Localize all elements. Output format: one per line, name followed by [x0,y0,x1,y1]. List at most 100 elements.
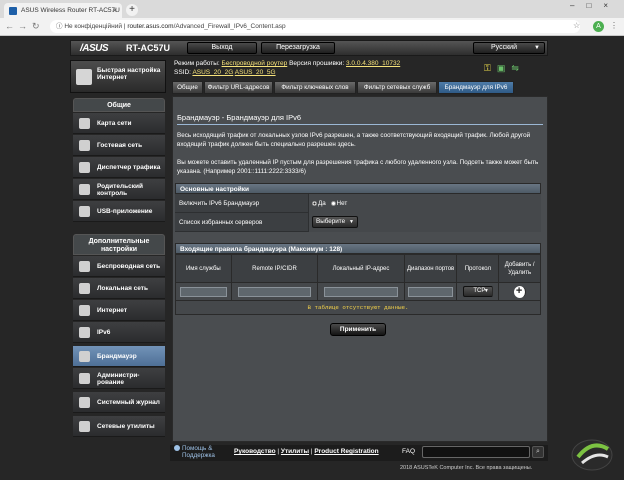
watermark-logo [571,439,613,471]
sidebar-item-system-log[interactable]: Системный журнал [73,392,165,413]
sidebar-item-label: Беспроводная сеть [97,263,161,270]
language-value: Русский [491,44,517,51]
col-add-delete: Добавить / Удалить [504,261,535,276]
faq-search-input[interactable] [422,446,530,458]
search-icon[interactable]: ⌕ [532,446,544,458]
sidebar-item-guest-network[interactable]: Гостевая сеть [73,135,165,156]
tab-network-services-filter[interactable]: Фильтр сетевых служб [357,81,437,94]
key-icon[interactable]: ⚿ [484,63,491,73]
favorite-servers-select[interactable]: Выберите ▼ [312,216,358,228]
forward-icon[interactable]: → [18,21,27,31]
favorite-servers-value: Выберите ▼ [308,213,541,232]
remote-ip-input[interactable] [237,286,312,297]
page-title: Брандмауэр - Брандмауэр для IPv6 [177,113,302,122]
chevron-down-icon: ▼ [349,219,354,225]
network-map-icon [79,118,90,129]
sidebar-item-label: Гостевая сеть [97,142,143,149]
advanced-header: Дополнительные настройки [73,234,165,255]
ssid-5g-link[interactable]: ASUS_20_5G [235,69,276,76]
sidebar-item-usb-app[interactable]: USB-приложение [73,201,165,222]
col-remote-ip: Remote IP/CIDR [232,255,319,282]
tab-url-filter[interactable]: Фильтр URL-адресов [204,81,273,94]
printer-icon[interactable]: ▣ [497,63,506,73]
chevron-down-icon: ▼ [483,288,489,294]
inbound-rules-header: Входящие правила брандмауэра (Максимум :… [175,243,541,254]
browser-tab[interactable]: ASUS Wireless Router RT-AC57U × [4,3,122,18]
sidebar-item-administration[interactable]: Администри-рование [73,368,165,389]
sidebar-item-parental-control[interactable]: Родительский контроль [73,179,165,200]
sidebar-item-wireless[interactable]: Беспроводная сеть [73,256,165,277]
language-select[interactable]: Русский ▼ [473,42,545,54]
asus-favicon-icon [9,7,17,15]
local-ip-input[interactable] [324,286,398,297]
favorite-servers-label: Список избранных серверов [179,219,263,226]
radio-yes-label: Да [318,200,326,207]
sidebar-item-label: USB-приложение [97,208,153,215]
sidebar-item-label: Интернет [97,307,128,314]
help-icon [174,445,180,451]
favorite-servers-row: Список избранных серверов Выберите ▼ [175,213,541,232]
home-icon [79,283,90,294]
mode-value-link[interactable]: Беспроводной роутер [222,60,288,67]
firmware-label: Версия прошивки: [289,60,345,67]
new-rule-row: TCP ▼ + [175,283,541,301]
bookmark-star-icon[interactable]: ☆ [573,21,580,30]
close-tab-icon[interactable]: × [112,3,117,18]
window-controls[interactable]: –□× [570,1,620,10]
protocol-select[interactable]: TCP ▼ [462,286,493,297]
sidebar-item-label: Системный журнал [97,399,160,406]
help-support-label: Помощь & Поддержка [182,445,215,459]
main-content: Режим работы: Беспроводной роутер Версия… [172,58,548,442]
reload-icon[interactable]: ↻ [32,21,40,32]
col-port-range: Диапазон портов [405,255,458,282]
port-range-input[interactable] [408,286,453,297]
browser-menu-icon[interactable]: ⋮ [610,21,618,30]
radio-no[interactable] [330,200,336,206]
globe-icon [79,305,90,316]
tab-general[interactable]: Общие [172,81,203,94]
traffic-icon [79,162,90,173]
url-field[interactable]: ⓘ Не конфіденційний | router.asus.com/Ad… [50,20,580,33]
service-name-input[interactable] [179,286,227,297]
router-header: /ASUS RT-AC57U Выход Перезагрузка Русски… [70,40,548,56]
firmware-value-link[interactable]: 3.0.0.4.380_10732 [346,60,400,67]
col-protocol: Протокол [457,255,500,282]
new-tab-button[interactable]: + [126,4,138,16]
column-headers: Имя службы Remote IP/CIDR Локальный IP-а… [175,254,541,283]
sidebar-item-ipv6[interactable]: IPv6 [73,322,165,343]
empty-table-message: В таблице отсутствуют данные. [175,301,541,315]
apply-button[interactable]: Применить [330,323,386,336]
ssid-2g-link[interactable]: ASUS_20_2G [192,69,233,76]
wizard-icon [76,69,92,85]
log-icon [79,397,90,408]
sidebar-item-traffic-manager[interactable]: Диспетчер трафика [73,157,165,178]
sidebar-item-network-tools[interactable]: Сетевые утилиты [73,416,165,437]
logout-button[interactable]: Выход [187,42,257,54]
quick-setup-button[interactable]: Быстрая настройка Интернет [70,60,166,93]
sidebar-item-lan[interactable]: Локальная сеть [73,278,165,299]
url-path: /Advanced_Firewall_IPv6_Content.asp [173,23,286,30]
add-rule-button[interactable]: + [513,285,526,298]
sidebar-item-firewall[interactable]: Брандмауэр [73,346,165,367]
col-local-ip: Локальный IP-адрес [318,255,405,282]
help-support-link[interactable]: Помощь & Поддержка [174,445,222,459]
tab-keyword-filter[interactable]: Фильтр ключевых слов [274,81,356,94]
browser-tab-title: ASUS Wireless Router RT-AC57U [21,7,120,14]
mode-label: Режим работы: [174,60,220,67]
basic-settings-header: Основные настройки [175,183,541,194]
tab-ipv6-firewall[interactable]: Брандмауэр для IPv6 [438,81,514,94]
utilities-link[interactable]: Утилиты [281,448,309,455]
status-icons: ⚿ ▣ ⇋ [484,63,525,74]
product-registration-link[interactable]: Product Registration [314,448,378,455]
account-avatar[interactable]: A [593,21,604,32]
sidebar-item-wan[interactable]: Интернет [73,300,165,321]
sidebar-item-network-map[interactable]: Карта сети [73,113,165,134]
back-icon[interactable]: ← [5,21,14,31]
address-bar: ← → ↻ ⓘ Не конфіденційний | router.asus.… [0,18,624,36]
reboot-button[interactable]: Перезагрузка [261,42,335,54]
general-header: Общие [73,98,165,112]
manual-link[interactable]: Руководство [234,448,276,455]
radio-yes[interactable] [312,200,317,206]
usb-icon[interactable]: ⇋ [511,63,519,73]
sidebar-item-label: Сетевые утилиты [97,423,155,430]
